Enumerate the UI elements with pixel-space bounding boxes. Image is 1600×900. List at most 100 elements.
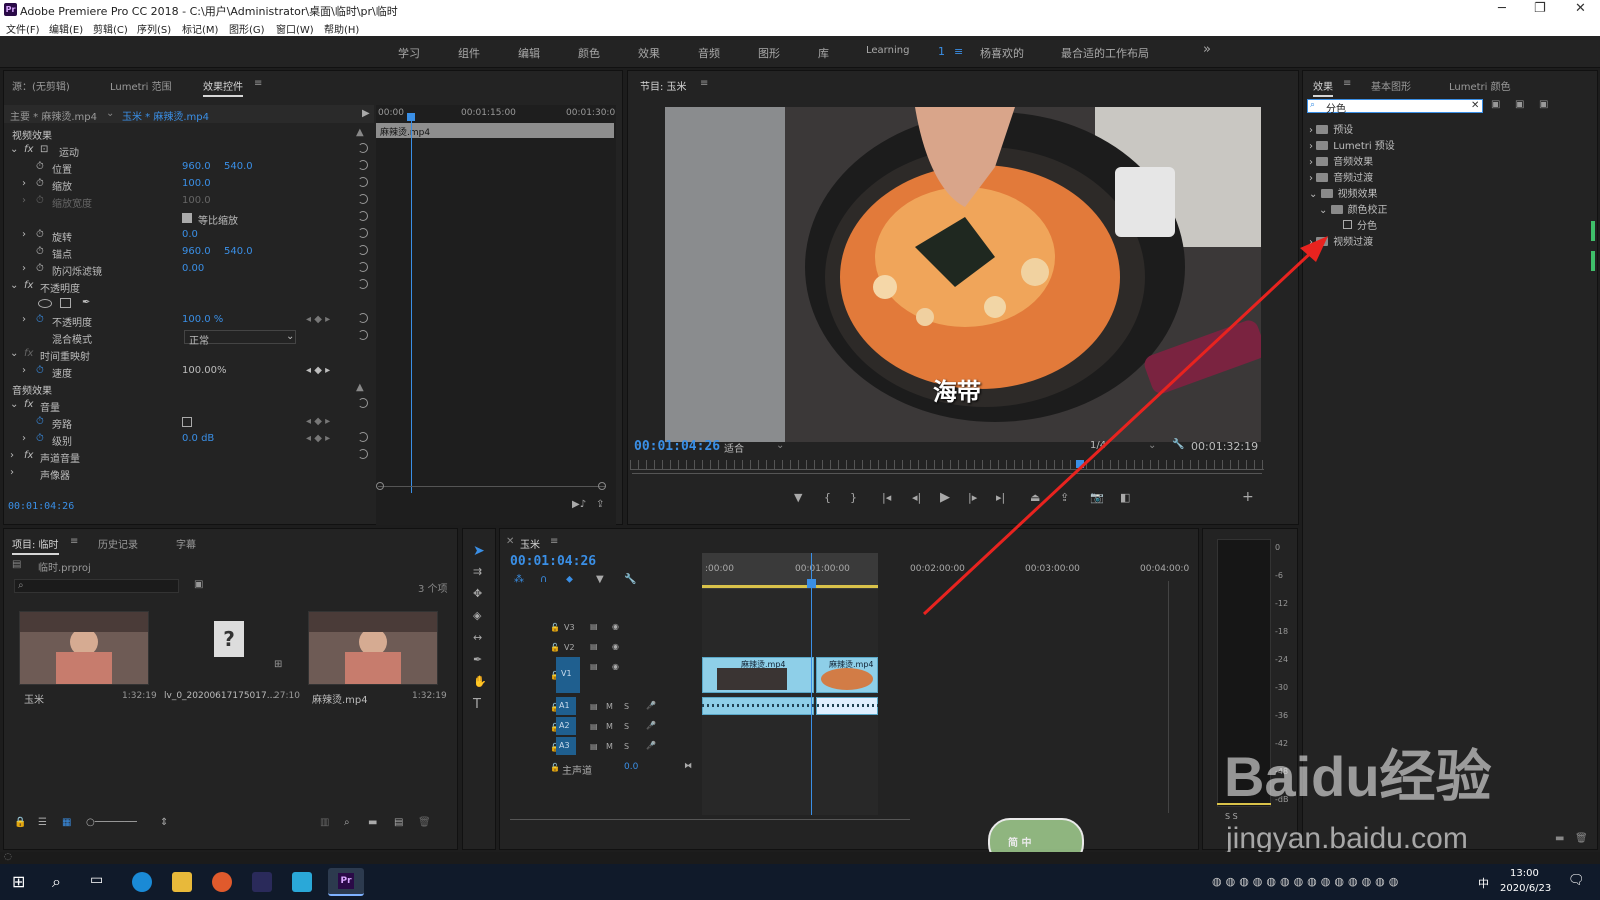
playhead[interactable] <box>411 113 412 493</box>
track-label-v1[interactable]: V1 <box>556 657 580 693</box>
master-label[interactable]: 主要 * 麻辣烫.mp4 <box>10 108 97 123</box>
opacity-value[interactable]: 100.0 % <box>182 314 223 325</box>
track-label-a1[interactable]: A1 <box>556 697 576 715</box>
track-label-v2[interactable]: V2 <box>564 643 575 652</box>
mark-out-icon[interactable]: } <box>850 491 857 504</box>
reset-icon[interactable] <box>358 211 368 221</box>
toggle-sync-icon[interactable]: ▤ <box>590 642 598 651</box>
reset-icon[interactable] <box>358 313 368 323</box>
add-button-icon[interactable]: + <box>1242 489 1254 505</box>
reset-icon[interactable] <box>358 330 368 340</box>
menu-edit[interactable]: 编辑(E) <box>49 21 83 36</box>
toggle-sync-icon[interactable]: ▤ <box>590 702 598 711</box>
find-icon[interactable]: ⌕ <box>344 817 350 828</box>
effect-controls-timecode[interactable]: 00:01:04:26 <box>8 501 74 512</box>
workspace-effects[interactable]: 效果 <box>638 45 660 61</box>
reset-icon[interactable] <box>358 194 368 204</box>
premiere-taskbar-icon[interactable]: Pr <box>328 868 364 896</box>
item-name[interactable]: 麻辣烫.mp4 <box>312 691 368 706</box>
clip-label[interactable]: 玉米 * 麻辣烫.mp4 <box>122 108 209 123</box>
program-scrollbar[interactable] <box>632 473 1262 474</box>
track-label-a2[interactable]: A2 <box>556 717 576 735</box>
ripple-edit-icon[interactable]: ✥ <box>473 587 482 600</box>
sort-icon[interactable]: ⇕ <box>160 817 168 828</box>
ime-indicator[interactable]: 中 <box>1478 875 1489 891</box>
track-label-v3[interactable]: V3 <box>564 623 575 632</box>
chevron-down-icon[interactable]: ⌄ <box>1148 440 1156 451</box>
chevron-right-icon[interactable]: › <box>22 229 26 240</box>
reset-icon[interactable] <box>358 160 368 170</box>
tree-item-audio-transitions[interactable]: › 音频过渡 <box>1309 169 1373 184</box>
notification-icon[interactable]: 🗨 <box>1568 873 1585 888</box>
app-icon[interactable] <box>252 872 272 892</box>
go-to-in-icon[interactable]: |◂ <box>882 491 891 504</box>
collapse-icon[interactable]: ▲ <box>356 382 364 393</box>
position-y-value[interactable]: 540.0 <box>224 161 253 172</box>
add-marker-icon[interactable]: ▼ <box>794 491 802 504</box>
find-icon[interactable]: ▣ <box>194 579 203 590</box>
tab-lumetri-color[interactable]: Lumetri 颜色 <box>1449 78 1511 93</box>
chevron-down-icon[interactable]: ⌄ <box>776 440 784 451</box>
overflow-icon[interactable]: » <box>1203 42 1211 57</box>
lock-icon[interactable]: 🔓 <box>550 763 560 772</box>
chevron-down-icon[interactable]: ⌄ <box>10 144 18 155</box>
anchor-y-value[interactable]: 540.0 <box>224 246 253 257</box>
delete-icon[interactable]: 🗑 <box>418 817 431 828</box>
workspace-editing[interactable]: 编辑 <box>518 45 540 61</box>
tree-item-video-effects[interactable]: ⌄ 视频效果 <box>1309 185 1378 200</box>
timeline-playhead-handle[interactable] <box>807 579 816 588</box>
stopwatch-icon[interactable]: ⏱ <box>36 178 44 189</box>
speed-value[interactable]: 100.00% <box>182 365 227 376</box>
work-area-bar[interactable] <box>702 585 878 588</box>
tree-item-color-correction[interactable]: ⌄ 颜色校正 <box>1319 201 1388 216</box>
item-name[interactable]: 玉米 <box>24 691 44 706</box>
new-bin-icon[interactable]: ▬ <box>368 817 377 828</box>
rotation-value[interactable]: 0.0 <box>182 229 198 240</box>
tray-icons[interactable]: ◍◍◍◍◍◍◍◍◍◍◍◍◍◍ <box>1212 875 1402 888</box>
stopwatch-icon[interactable]: ⏱ <box>36 246 44 257</box>
menu-clip[interactable]: 剪辑(C) <box>93 21 128 36</box>
program-timecode[interactable]: 00:01:04:26 <box>634 439 720 454</box>
tab-source[interactable]: 源：(无剪辑) <box>12 78 70 93</box>
ellipse-mask-icon[interactable] <box>38 299 52 308</box>
keyframe-nav-icon[interactable]: ◂ ◆ ▸ <box>306 416 330 427</box>
export-icon[interactable]: ⇪ <box>596 499 604 510</box>
tab-captions[interactable]: 字幕 <box>176 536 196 551</box>
fx-icon[interactable]: fx <box>24 144 33 155</box>
eye-icon[interactable]: ◉ <box>612 642 619 651</box>
panel-menu-icon[interactable]: ≡ <box>1343 78 1351 89</box>
extract-icon[interactable]: ⇪ <box>1060 491 1069 504</box>
panel-menu-icon[interactable]: ≡ <box>700 78 708 89</box>
track-select-icon[interactable]: ⇉ <box>473 565 482 578</box>
lock-icon[interactable]: 🔓 <box>550 643 560 652</box>
menu-icon[interactable]: ≡ <box>954 45 963 58</box>
scrollbar[interactable] <box>378 486 606 487</box>
horizontal-scrollbar[interactable] <box>510 819 910 820</box>
reset-icon[interactable] <box>358 398 368 408</box>
toggle-sync-icon[interactable]: ▤ <box>590 662 598 671</box>
tree-item-lumetri-presets[interactable]: › Lumetri 预设 <box>1309 137 1395 152</box>
slip-tool-icon[interactable]: ↔ <box>473 631 482 644</box>
missing-file-icon[interactable]: ? <box>214 621 244 657</box>
tab-effect-controls[interactable]: 效果控件 <box>203 78 243 97</box>
workspace-libraries[interactable]: 库 <box>818 45 829 61</box>
pen-tool-icon[interactable]: ✒ <box>473 653 482 666</box>
mark-in-icon[interactable]: { <box>824 491 831 504</box>
export-frame-icon[interactable]: 📷 <box>1090 491 1104 504</box>
mic-icon[interactable]: 🎤 <box>646 721 656 730</box>
workspace-1[interactable]: 1 <box>938 45 945 58</box>
panel-menu-icon[interactable]: ≡ <box>70 536 78 547</box>
tab-effects[interactable]: 效果 <box>1313 78 1333 97</box>
chevron-right-icon[interactable]: › <box>22 195 26 206</box>
playhead-handle[interactable] <box>407 113 415 121</box>
video-clip[interactable]: 麻辣烫.mp4 <box>702 657 814 693</box>
step-forward-icon[interactable]: |▸ <box>968 491 977 504</box>
rect-mask-icon[interactable] <box>60 298 71 308</box>
chevron-right-icon[interactable]: › <box>22 263 26 274</box>
zoom-select[interactable]: 适合 <box>724 440 744 455</box>
reset-icon[interactable] <box>358 262 368 272</box>
chevron-down-icon[interactable]: ⌄ <box>10 280 18 291</box>
collapse-icon[interactable]: ▲ <box>356 127 364 138</box>
solo-icon[interactable]: S <box>624 722 629 731</box>
master-volume-value[interactable]: 0.0 <box>624 762 638 772</box>
